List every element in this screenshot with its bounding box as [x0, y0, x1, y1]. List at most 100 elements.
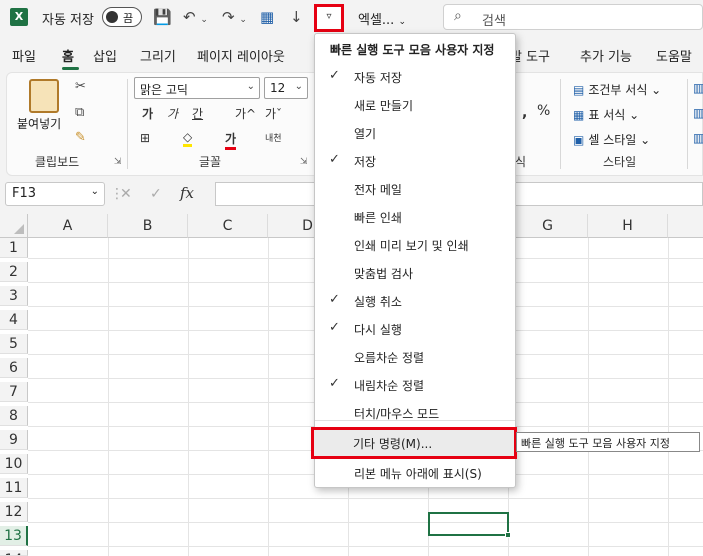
menu-item-quick-print[interactable]: 빠른 인쇄 — [315, 202, 515, 230]
grid-line — [188, 238, 189, 556]
column-header-partial[interactable] — [668, 214, 703, 238]
number-group-label: 식 — [515, 155, 527, 169]
bold-icon[interactable]: 가 — [142, 105, 153, 122]
group-separator — [560, 79, 561, 169]
copy-icon[interactable]: ⧉ — [75, 105, 84, 120]
grid-line — [28, 498, 703, 499]
name-box[interactable]: F13 ⌄ — [5, 182, 105, 206]
row-header[interactable]: 9 — [0, 430, 28, 450]
redo-icon[interactable]: ↷ ⌄ — [222, 6, 247, 28]
search-box[interactable]: ⌕ 검색 — [443, 4, 703, 30]
menu-item-print-preview[interactable]: 인쇄 미리 보기 및 인쇄 — [315, 230, 515, 258]
menu-title: 빠른 실행 도구 모음 사용자 지정 — [330, 43, 495, 57]
font-color-icon[interactable]: 가 — [225, 130, 237, 150]
paste-label[interactable]: 붙여넣기 — [17, 115, 61, 132]
row-header[interactable]: 8 — [0, 406, 28, 426]
excel-logo-icon: X — [10, 8, 28, 26]
search-placeholder: 검색 — [482, 14, 506, 29]
active-cell[interactable] — [428, 512, 511, 538]
column-header[interactable]: C — [188, 214, 268, 238]
conditional-format-button[interactable]: ▤ 조건부 서식 ⌄ — [573, 81, 661, 98]
insert-function-icon[interactable]: fx — [180, 184, 194, 202]
row-header[interactable]: 3 — [0, 286, 28, 306]
row-header[interactable]: 6 — [0, 358, 28, 378]
percent-icon[interactable]: % — [537, 103, 550, 119]
number-decrease-icon[interactable]: , — [522, 105, 527, 121]
paste-icon[interactable] — [29, 79, 59, 113]
confirm-entry-icon[interactable]: ✓ — [150, 186, 162, 202]
more-commands-label: 기타 명령(M)... — [353, 437, 433, 451]
format-cells-icon[interactable]: ▥ — [693, 131, 703, 145]
tab-insert[interactable]: 삽입 — [93, 46, 117, 65]
menu-item-sort-descending[interactable]: ✓ 내림차순 정렬 — [315, 370, 515, 398]
cell-style-button[interactable]: ▣ 셀 스타일 ⌄ — [573, 131, 650, 148]
insert-cells-icon[interactable]: ▥ — [693, 81, 703, 95]
search-icon: ⌕ — [454, 8, 462, 24]
autosave-toggle[interactable]: 끔 — [102, 7, 142, 27]
menu-item-show-below-ribbon[interactable]: 리본 메뉴 아래에 표시(S) — [315, 458, 515, 486]
tab-developer[interactable]: 발 도구 — [510, 46, 550, 65]
row-header[interactable]: 11 — [0, 478, 28, 498]
row-header[interactable]: 14 — [0, 550, 28, 556]
print-preview-icon[interactable]: ▦ — [260, 6, 274, 28]
undo-icon[interactable]: ↶ ⌄ — [183, 6, 208, 28]
tab-addins[interactable]: 추가 기능 — [580, 46, 632, 65]
customize-qat-menu: 빠른 실행 도구 모음 사용자 지정 ✓ 자동 저장 새로 만들기 열기 ✓ 저장 … — [314, 33, 516, 488]
row-header[interactable]: 2 — [0, 262, 28, 282]
menu-item-more-commands[interactable]: 기타 명령(M)... — [311, 427, 517, 459]
menu-item-new[interactable]: 새로 만들기 — [315, 90, 515, 118]
underline-icon[interactable]: 간 — [192, 105, 203, 122]
borders-icon[interactable]: ⊞ — [140, 131, 150, 145]
row-header[interactable]: 13 — [0, 526, 28, 546]
column-header[interactable]: B — [108, 214, 188, 238]
sort-descending-icon[interactable]: ↓ — [290, 6, 303, 28]
cut-icon[interactable]: ✂ — [75, 79, 86, 94]
font-launcher-icon[interactable]: ⇲ — [300, 157, 308, 167]
column-header[interactable]: A — [28, 214, 108, 238]
menu-item-sort-ascending[interactable]: 오름차순 정렬 — [315, 342, 515, 370]
table-format-button[interactable]: ▦ 표 서식 ⌄ — [573, 106, 639, 123]
font-size-select[interactable]: 12 ⌄ — [264, 77, 308, 99]
menu-item-open[interactable]: 열기 — [315, 118, 515, 146]
row-header[interactable]: 12 — [0, 502, 28, 522]
menu-item-autosave[interactable]: ✓ 자동 저장 — [315, 62, 515, 90]
menu-item-save[interactable]: ✓ 저장 — [315, 146, 515, 174]
format-painter-icon[interactable]: ✎ — [75, 130, 86, 145]
row-header[interactable]: 10 — [0, 454, 28, 474]
font-name-select[interactable]: 맑은 고딕 ⌄ — [134, 77, 260, 99]
menu-item-redo[interactable]: ✓ 다시 실행 — [315, 314, 515, 342]
select-all-corner[interactable] — [0, 214, 28, 238]
menu-item-spelling[interactable]: 맞춤법 검사 — [315, 258, 515, 286]
menu-item-email[interactable]: 전자 메일 — [315, 174, 515, 202]
cancel-entry-icon[interactable]: ✕ — [120, 186, 132, 202]
menu-separator — [315, 420, 515, 421]
decrease-font-icon[interactable]: 가ˇ — [265, 105, 282, 122]
grid-line — [108, 238, 109, 556]
row-header[interactable]: 4 — [0, 310, 28, 330]
save-icon[interactable]: 💾 — [153, 6, 172, 28]
increase-font-icon[interactable]: 가^ — [235, 105, 256, 122]
tab-page-layout[interactable]: 페이지 레이아웃 — [197, 46, 285, 65]
column-header[interactable]: G — [508, 214, 588, 238]
menu-item-undo[interactable]: ✓ 실행 취소 — [315, 286, 515, 314]
row-header[interactable]: 7 — [0, 382, 28, 402]
delete-cells-icon[interactable]: ▥ — [693, 106, 703, 120]
tab-draw[interactable]: 그리기 — [140, 46, 176, 65]
row-header[interactable]: 1 — [0, 238, 28, 258]
group-separator — [687, 79, 688, 169]
column-header[interactable]: H — [588, 214, 668, 238]
clipboard-launcher-icon[interactable]: ⇲ — [114, 157, 122, 167]
row-header[interactable]: 5 — [0, 334, 28, 354]
customize-qat-button[interactable]: ▿ — [314, 4, 344, 32]
phonetic-icon[interactable]: 내천 — [265, 131, 282, 144]
tab-help[interactable]: 도움말 — [656, 46, 692, 65]
italic-icon[interactable]: 가 — [167, 105, 178, 122]
menu-item-touch-mode[interactable]: 터치/마우스 모드 — [315, 398, 515, 426]
fill-handle[interactable] — [505, 532, 511, 538]
check-icon: ✓ — [329, 320, 340, 335]
tab-home[interactable]: 홈 — [62, 46, 74, 65]
fill-color-icon[interactable]: ◇ — [183, 130, 193, 147]
active-tab-indicator — [62, 67, 79, 70]
tab-file[interactable]: 파일 — [12, 46, 36, 65]
file-title[interactable]: 엑셀... ⌄ — [358, 9, 406, 28]
